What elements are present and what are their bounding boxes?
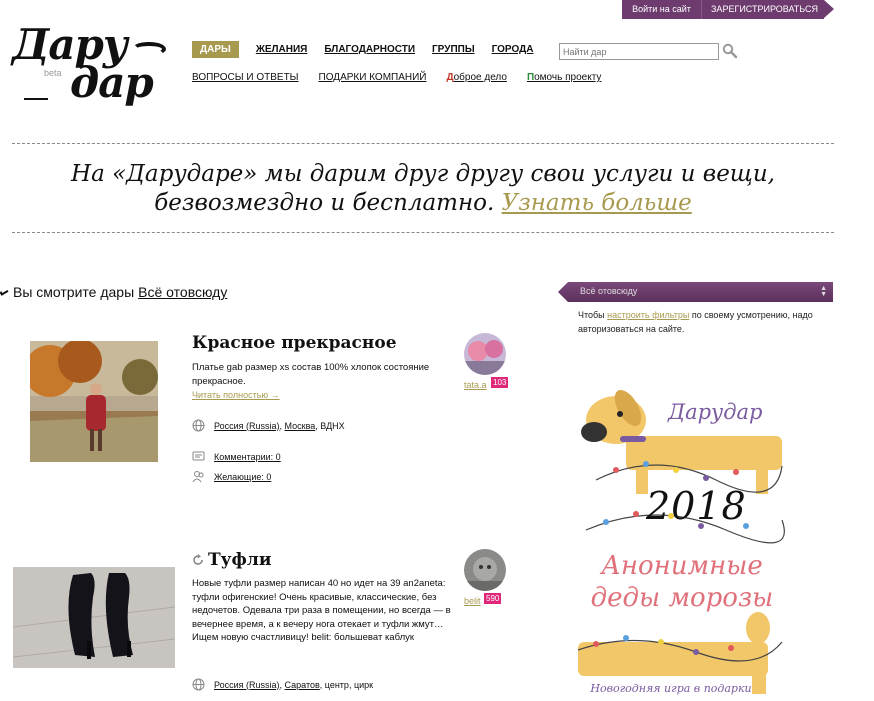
gift-title-row: Туфли	[192, 550, 271, 570]
select-notch	[558, 282, 568, 302]
gift-photo-image	[13, 567, 175, 668]
globe-icon	[192, 678, 205, 691]
auth-bar: Войти на сайт ЗАРЕГИСТРИРОВАТЬСЯ	[622, 0, 834, 19]
nav-company-gifts[interactable]: ПОДАРКИ КОМПАНИЙ	[319, 72, 427, 83]
help-rest: омочь проекту	[534, 72, 602, 83]
promo-banner[interactable]: Дарудар 2018 Анонимные деды морозы Новог…	[576, 380, 786, 698]
tagline-line2-text: безвозмездно и бесплатно.	[154, 190, 495, 216]
gift-title[interactable]: Красное прекрасное	[192, 333, 397, 353]
nav-faq[interactable]: ВОПРОСЫ И ОТВЕТЫ	[192, 72, 299, 83]
register-button[interactable]: ЗАРЕГИСТРИРОВАТЬСЯ	[702, 0, 824, 19]
good-deed-initial: Д	[446, 72, 454, 83]
gift-location: Россия (Russia), Москва , ВДНХ	[192, 419, 345, 432]
location-place: , центр, цирк	[319, 679, 374, 690]
beta-label: beta	[44, 68, 62, 78]
filter-value: Всё отовсюду	[580, 286, 638, 296]
viewing-filter-line: Вы смотрите дары Всё отовсюду	[0, 284, 227, 300]
user-avatar[interactable]	[464, 549, 506, 591]
promo-year: 2018	[646, 484, 747, 528]
gift-comments: Комментарии: 0	[192, 450, 281, 463]
logo-swirl	[132, 42, 166, 56]
gift-wishers: Желающие: 0	[192, 470, 271, 483]
divider-bottom	[12, 232, 834, 233]
filter-note-before: Чтобы	[578, 310, 608, 320]
search-icon[interactable]	[722, 43, 738, 59]
comment-icon	[192, 451, 205, 461]
location-city[interactable]: Саратов	[285, 680, 320, 690]
refresh-icon	[193, 554, 203, 565]
wishers-link[interactable]: Желающие: 0	[214, 472, 271, 482]
user-name-link[interactable]: belit	[464, 596, 481, 606]
location-country[interactable]: Россия (Russia)	[214, 680, 280, 690]
user-avatar[interactable]	[464, 333, 506, 375]
comments-link[interactable]: Комментарии: 0	[214, 452, 281, 462]
viewing-prefix: Вы смотрите дары	[13, 284, 135, 300]
nav-cities[interactable]: ГОРОДА	[492, 44, 534, 55]
gift-photo[interactable]	[30, 341, 158, 462]
logo-text-line2: дар	[70, 58, 154, 107]
nav-thanks[interactable]: БЛАГОДАРНОСТИ	[324, 44, 415, 55]
promo-headline-2: деды морозы	[590, 583, 774, 613]
check-icon	[0, 288, 9, 296]
viewing-filter-link[interactable]: Всё отовсюду	[138, 284, 227, 300]
logo-dash	[24, 98, 48, 100]
location-place: , ВДНХ	[315, 420, 345, 431]
globe-icon	[192, 419, 205, 432]
location-filter-select[interactable]: Всё отовсюду ▲ ▼	[558, 282, 833, 302]
good-deed-rest: оброе дело	[453, 72, 507, 83]
karma-badge: 590	[484, 593, 502, 604]
gift-title[interactable]: Туфли	[208, 550, 271, 570]
promo-caption: Новогодняя игра в подарки	[590, 682, 752, 695]
site-logo[interactable]: Дару beta дар	[12, 20, 166, 107]
promo-headline-1: Анонимные	[601, 551, 763, 581]
search-input[interactable]	[559, 43, 719, 60]
select-caret-icon: ▲ ▼	[820, 285, 827, 298]
karma-badge: 103	[491, 377, 509, 388]
nav-wishes[interactable]: ЖЕЛАНИЯ	[256, 44, 308, 55]
tagline-line2: безвозмездно и бесплатно. Узнать больше	[12, 189, 834, 218]
user-avatar-image	[464, 549, 506, 591]
gift-photo-image	[30, 341, 158, 462]
nav-good-deed[interactable]: Доброе дело	[446, 72, 506, 83]
user-avatar-image	[464, 333, 506, 375]
promo-headline: Анонимные деды морозы	[582, 550, 782, 614]
filter-note: Чтобы настроить фильтры по своему усмотр…	[578, 308, 828, 336]
nav-groups[interactable]: ГРУППЫ	[432, 44, 475, 55]
promo-illustration	[577, 389, 785, 694]
divider-top	[12, 143, 834, 144]
gift-description: Новые туфли размер написан 40 но идет на…	[192, 578, 451, 643]
nav-gifts[interactable]: ДАРЫ	[192, 41, 239, 58]
configure-filters-link[interactable]: настроить фильтры	[607, 310, 689, 320]
promo-title: Дарудар	[668, 400, 763, 424]
read-more-link[interactable]: Читать полностью →	[192, 390, 280, 400]
users-icon	[192, 471, 204, 483]
primary-nav: ДАРЫ ЖЕЛАНИЯ БЛАГОДАРНОСТИ ГРУППЫ ГОРОДА	[192, 41, 550, 58]
location-city[interactable]: Москва	[285, 421, 316, 431]
nav-help-project[interactable]: Помочь проекту	[527, 72, 601, 83]
gift-photo[interactable]	[13, 567, 175, 668]
gift-location: Россия (Russia), Саратов , центр, цирк	[192, 678, 373, 691]
login-button[interactable]: Войти на сайт	[622, 0, 702, 19]
secondary-nav: ВОПРОСЫ И ОТВЕТЫ ПОДАРКИ КОМПАНИЙ Доброе…	[192, 72, 621, 83]
learn-more-link[interactable]: Узнать больше	[502, 190, 692, 216]
register-arrow	[824, 0, 834, 18]
tagline: На «Дарударе» мы дарим друг другу свои у…	[12, 160, 834, 218]
tagline-line1: На «Дарударе» мы дарим друг другу свои у…	[71, 161, 775, 187]
user-name-link[interactable]: tata.a	[464, 380, 487, 390]
gift-description: Платье gab размер xs состав 100% хлопок …	[192, 362, 430, 387]
location-country[interactable]: Россия (Russia)	[214, 421, 280, 431]
